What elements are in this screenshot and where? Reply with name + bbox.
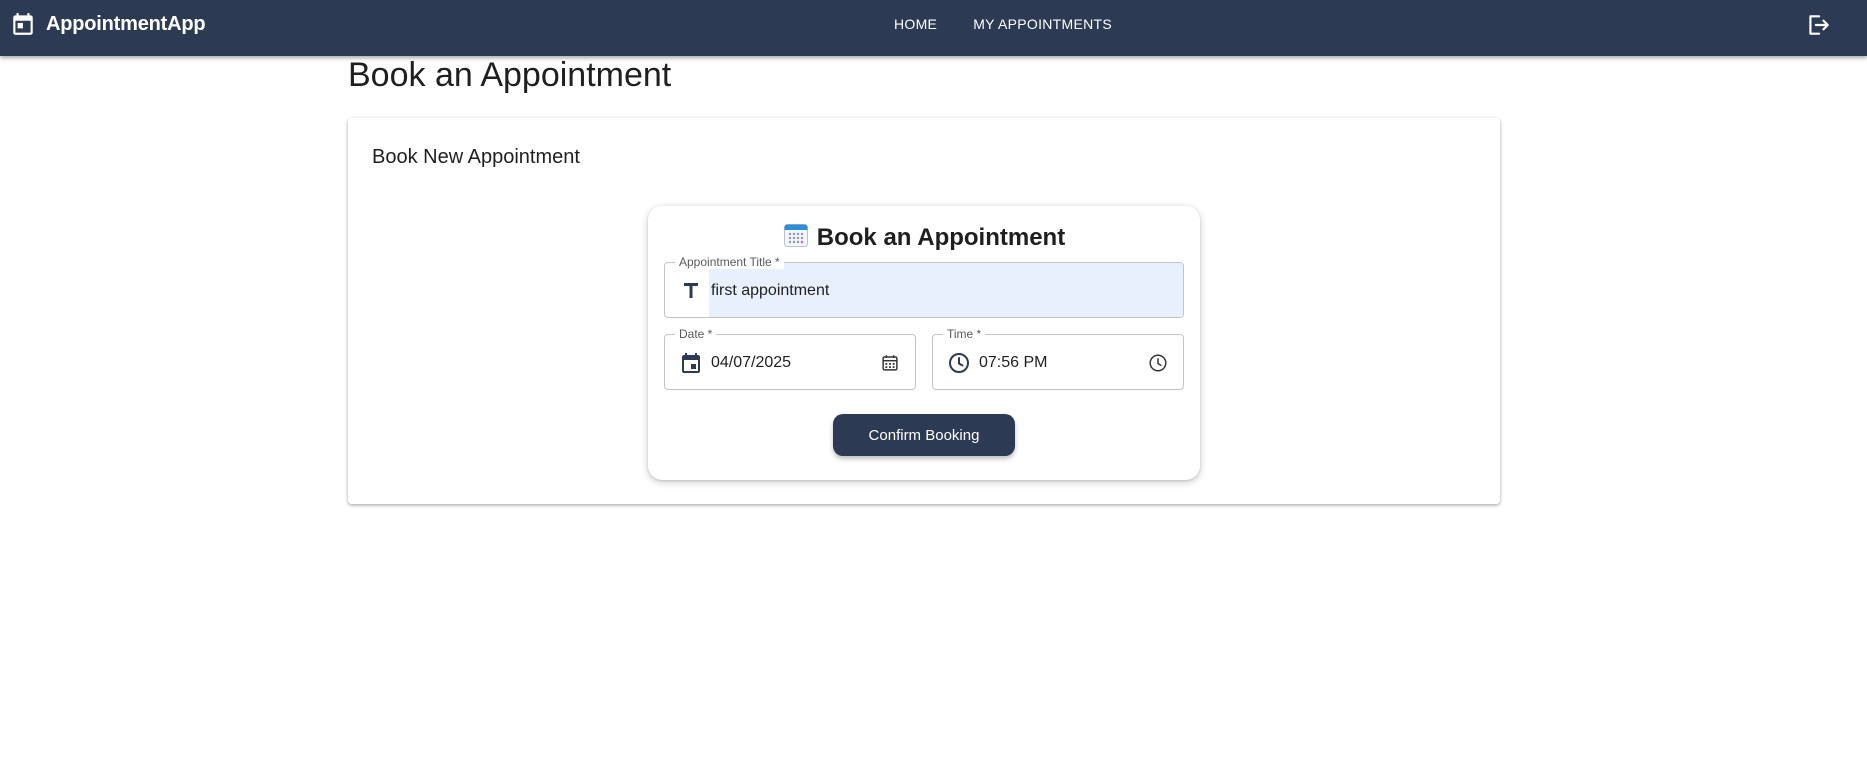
event-icon [679,351,703,375]
form-heading-text: Book an Appointment [816,223,1066,251]
time-value[interactable]: 07:56 PM [979,335,1047,391]
calendar-picker-icon[interactable] [879,352,901,374]
page-title: Book an Appointment [348,56,672,94]
form-heading: Book an Appointment [648,222,1200,253]
brand[interactable]: AppointmentApp [10,10,206,38]
date-value[interactable]: 04/07/2025 [711,335,791,391]
nav-home[interactable]: HOME [894,14,937,34]
main-nav: HOME MY APPOINTMENTS [894,14,1112,34]
text-title-icon [679,279,703,303]
appointment-title-field[interactable]: Appointment Title * [664,255,1184,319]
card-title: Book New Appointment [372,146,580,168]
clock-icon [947,351,971,375]
calendar-emoji-icon [783,222,809,253]
confirm-booking-button[interactable]: Confirm Booking [833,414,1015,456]
calendar-icon [10,11,36,37]
logout-icon[interactable] [1805,12,1831,38]
nav-my-appointments[interactable]: MY APPOINTMENTS [973,14,1112,34]
brand-title: AppointmentApp [46,12,206,35]
time-field[interactable]: Time * 07:56 PM [932,327,1184,391]
booking-card: Book New Appointment Book an Appointment [348,118,1500,504]
date-field[interactable]: Date * 04/07/2025 [664,327,916,391]
clock-picker-icon[interactable] [1147,352,1169,374]
appointment-title-input[interactable] [711,263,1171,319]
app-bar: AppointmentApp HOME MY APPOINTMENTS [0,0,1867,56]
booking-form: Book an Appointment Appointment Title * … [648,206,1200,480]
